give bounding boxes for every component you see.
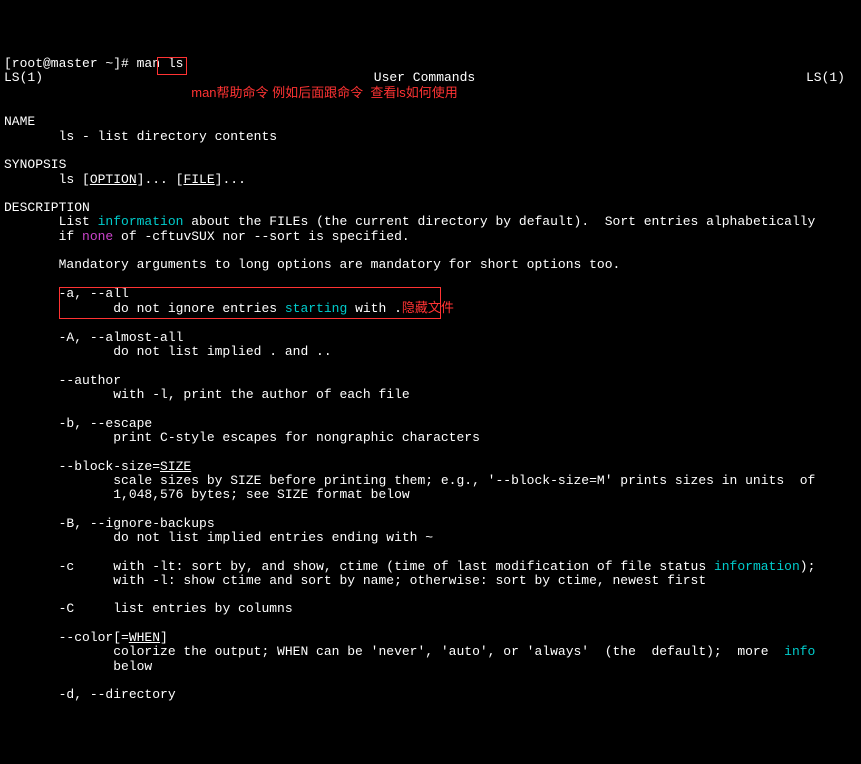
opt-B-desc: do not list implied entries ending with … xyxy=(113,530,433,545)
desc-line2: if none of -cftuvSUX nor --sort is speci… xyxy=(59,229,410,244)
option-a-block: -a, --all do not ignore entries starting… xyxy=(4,287,857,317)
opt-blocksize-desc2: 1,048,576 bytes; see SIZE format below xyxy=(113,487,409,502)
terminal-manpage[interactable]: [root@master ~]# man lsLS(1)User Command… xyxy=(0,57,861,706)
section-description-hdr: DESCRIPTION xyxy=(4,200,90,215)
opt-c: -c xyxy=(59,559,75,574)
header-center: User Commands xyxy=(374,71,475,85)
section-synopsis-hdr: SYNOPSIS xyxy=(4,157,66,172)
opt-B: -B, --ignore-backups xyxy=(59,516,215,531)
annotation-hidden: 隐藏文件 xyxy=(402,300,454,315)
opt-blocksize-desc1: scale sizes by SIZE before printing them… xyxy=(113,473,815,488)
opt-d: -d, --directory xyxy=(59,687,176,702)
opt-C-desc: list entries by columns xyxy=(113,601,292,616)
opt-a: -a, --all xyxy=(59,286,129,301)
annotation-man: man帮助命令 例如后面跟命令 查看ls如何使用 xyxy=(4,86,857,101)
opt-A: -A, --almost-all xyxy=(59,330,184,345)
opt-b-desc: print C-style escapes for nongraphic cha… xyxy=(113,430,480,445)
section-name-hdr: NAME xyxy=(4,114,35,129)
desc-line3: Mandatory arguments to long options are … xyxy=(59,257,621,272)
opt-author-desc: with -l, print the author of each file xyxy=(113,387,409,402)
opt-color-desc1: colorize the output; WHEN can be 'never'… xyxy=(113,644,815,659)
synopsis-line: ls [OPTION]... [FILE]... xyxy=(59,172,246,187)
shell-prompt: [root@master ~]# man ls xyxy=(4,56,183,71)
desc-line1: List information about the FILEs (the cu… xyxy=(59,214,816,229)
name-line: ls - list directory contents xyxy=(59,129,277,144)
opt-c-desc1: with -lt: sort by, and show, ctime (time… xyxy=(113,559,815,574)
opt-color: --color[=WHEN] xyxy=(59,630,168,645)
opt-C: -C xyxy=(59,601,75,616)
opt-b: -b, --escape xyxy=(59,416,153,431)
opt-A-desc: do not list implied . and .. xyxy=(113,344,331,359)
opt-author: --author xyxy=(59,373,121,388)
opt-c-desc2: with -l: show ctime and sort by name; ot… xyxy=(113,573,706,588)
opt-color-desc2: below xyxy=(113,659,152,674)
opt-a-desc: do not ignore entries starting with . xyxy=(113,301,402,316)
manpage-header: LS(1) User Commands LS(1) xyxy=(4,71,857,85)
opt-blocksize: --block-size=SIZE xyxy=(59,459,192,474)
header-left: LS(1) xyxy=(4,71,43,85)
header-right: LS(1) xyxy=(806,71,845,85)
